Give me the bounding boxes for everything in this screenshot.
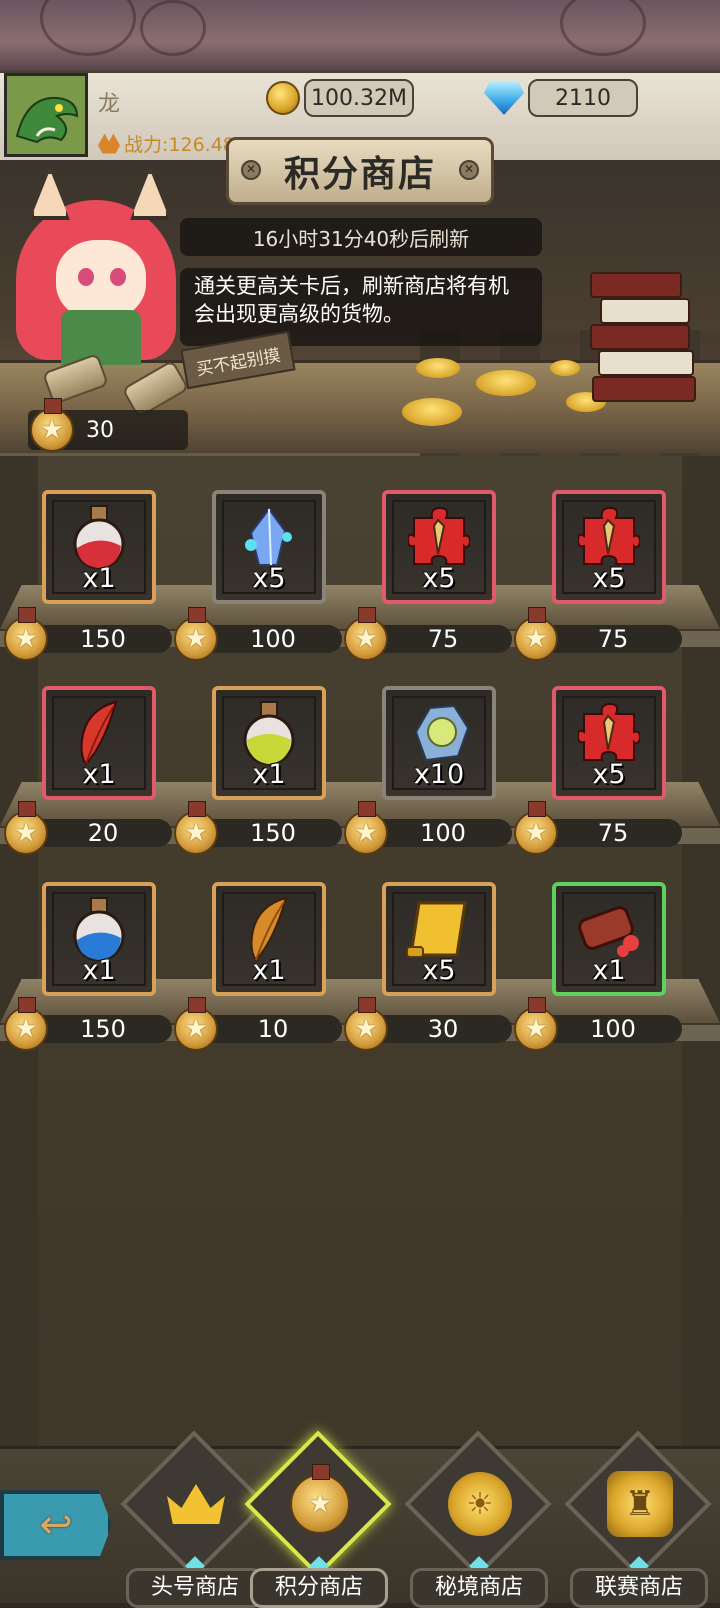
item-price-value: 100 bbox=[420, 819, 466, 847]
item-price[interactable]: 10 bbox=[174, 997, 342, 1051]
item-price[interactable]: 150 bbox=[4, 607, 172, 661]
coin-pile bbox=[476, 370, 536, 396]
item-price-value: 100 bbox=[590, 1015, 636, 1043]
gold-coin-icon bbox=[266, 81, 300, 115]
red-puzzle-shard-icon bbox=[576, 702, 642, 768]
tab-label: 秘境商店 bbox=[410, 1568, 548, 1608]
tab-secret-realm-shop[interactable]: ☀ 秘境商店 bbox=[404, 1430, 554, 1608]
shop-item[interactable]: x10 bbox=[382, 686, 496, 800]
diamond-icon bbox=[484, 81, 524, 115]
power-icon bbox=[98, 133, 120, 154]
shop-title: 积分商店 bbox=[283, 154, 436, 195]
player-avatar[interactable] bbox=[4, 73, 88, 157]
item-price[interactable]: 75 bbox=[514, 801, 682, 855]
star-medal-icon bbox=[290, 1464, 350, 1534]
star-medal-icon bbox=[30, 398, 74, 452]
item-price-value: 20 bbox=[87, 819, 119, 847]
back-button[interactable]: ↩ bbox=[0, 1490, 112, 1560]
points-value: 30 bbox=[86, 417, 114, 443]
gem-ore-icon bbox=[406, 702, 472, 768]
item-price-value: 75 bbox=[597, 819, 629, 847]
shop-item[interactable]: x1 bbox=[212, 686, 326, 800]
item-price[interactable]: 150 bbox=[174, 801, 342, 855]
item-price-value: 150 bbox=[80, 1015, 126, 1043]
item-price-value: 75 bbox=[427, 625, 459, 653]
gem-amount: 2110 bbox=[528, 79, 638, 117]
crown-icon bbox=[167, 1484, 225, 1524]
shop-item[interactable]: x1 bbox=[212, 882, 326, 996]
red-puzzle-shard-icon bbox=[406, 506, 472, 572]
shop-title-plate: ✕ 积分商店 ✕ bbox=[226, 137, 494, 205]
shop-item[interactable]: x5 bbox=[552, 686, 666, 800]
back-arrow-icon: ↩ bbox=[39, 1502, 73, 1548]
shop-item[interactable]: x1 bbox=[552, 882, 666, 996]
tab-league-shop[interactable]: ♜ 联赛商店 bbox=[564, 1430, 714, 1608]
tab-label: 联赛商店 bbox=[570, 1568, 708, 1608]
gold-currency[interactable]: 100.32M bbox=[266, 78, 414, 118]
item-quantity: x5 bbox=[422, 563, 456, 594]
item-quantity: x10 bbox=[413, 759, 465, 790]
item-quantity: x1 bbox=[252, 955, 286, 986]
shopkeeper-dialog: 通关更高关卡后，刷新商店将有机会出现更高级的货物。 bbox=[180, 268, 542, 346]
combat-power: 战力:126.48K bbox=[98, 130, 247, 157]
item-price[interactable]: 100 bbox=[344, 801, 512, 855]
item-quantity: x1 bbox=[252, 759, 286, 790]
tab-label: 积分商店 bbox=[250, 1568, 388, 1608]
gold-scroll-icon bbox=[405, 899, 473, 963]
red-scroll-icon bbox=[575, 899, 643, 963]
item-price[interactable]: 100 bbox=[514, 997, 682, 1051]
coin-pile bbox=[402, 398, 462, 426]
item-quantity: x1 bbox=[592, 955, 626, 986]
item-price[interactable]: 100 bbox=[174, 607, 342, 661]
refresh-timer: 16小时31分40秒后刷新 bbox=[180, 218, 542, 256]
item-quantity: x1 bbox=[82, 759, 116, 790]
tab-points-shop[interactable]: 积分商店 bbox=[244, 1430, 394, 1608]
coin-pile bbox=[550, 360, 580, 376]
shop-item[interactable]: x5 bbox=[382, 490, 496, 604]
item-price[interactable]: 150 bbox=[4, 997, 172, 1051]
item-price-value: 100 bbox=[250, 625, 296, 653]
book-stack bbox=[590, 272, 700, 402]
item-quantity: x1 bbox=[82, 955, 116, 986]
blue-crystal-icon bbox=[241, 506, 297, 571]
item-price[interactable]: 30 bbox=[344, 997, 512, 1051]
item-quantity: x5 bbox=[592, 759, 626, 790]
item-quantity: x5 bbox=[252, 563, 286, 594]
dragon-avatar-icon bbox=[7, 76, 85, 154]
shop-item[interactable]: x5 bbox=[212, 490, 326, 604]
item-price-value: 10 bbox=[257, 1015, 289, 1043]
background-art bbox=[0, 0, 720, 70]
chess-coin-icon: ♜ bbox=[607, 1471, 673, 1537]
item-price-value: 30 bbox=[427, 1015, 459, 1043]
item-price-value: 75 bbox=[597, 625, 629, 653]
item-price-value: 150 bbox=[250, 819, 296, 847]
item-quantity: x1 bbox=[82, 563, 116, 594]
shop-item[interactable]: x5 bbox=[382, 882, 496, 996]
shop-item[interactable]: x1 bbox=[42, 882, 156, 996]
shop-item[interactable]: x1 bbox=[42, 490, 156, 604]
gem-currency[interactable]: 2110 bbox=[484, 78, 638, 118]
sun-coin-icon: ☀ bbox=[448, 1472, 512, 1536]
shopkeeper-character bbox=[6, 160, 186, 365]
item-price-value: 150 bbox=[80, 625, 126, 653]
coin-pile bbox=[416, 358, 460, 378]
gold-amount: 100.32M bbox=[304, 79, 414, 117]
red-puzzle-shard-icon bbox=[576, 506, 642, 572]
item-price[interactable]: 20 bbox=[4, 801, 172, 855]
item-price[interactable]: 75 bbox=[514, 607, 682, 661]
item-quantity: x5 bbox=[592, 563, 626, 594]
points-balance: 30 bbox=[28, 398, 188, 452]
shop-item[interactable]: x1 bbox=[42, 686, 156, 800]
item-price[interactable]: 75 bbox=[344, 607, 512, 661]
item-quantity: x5 bbox=[422, 955, 456, 986]
shop-item[interactable]: x5 bbox=[552, 490, 666, 604]
player-name: 龙 bbox=[98, 92, 121, 117]
